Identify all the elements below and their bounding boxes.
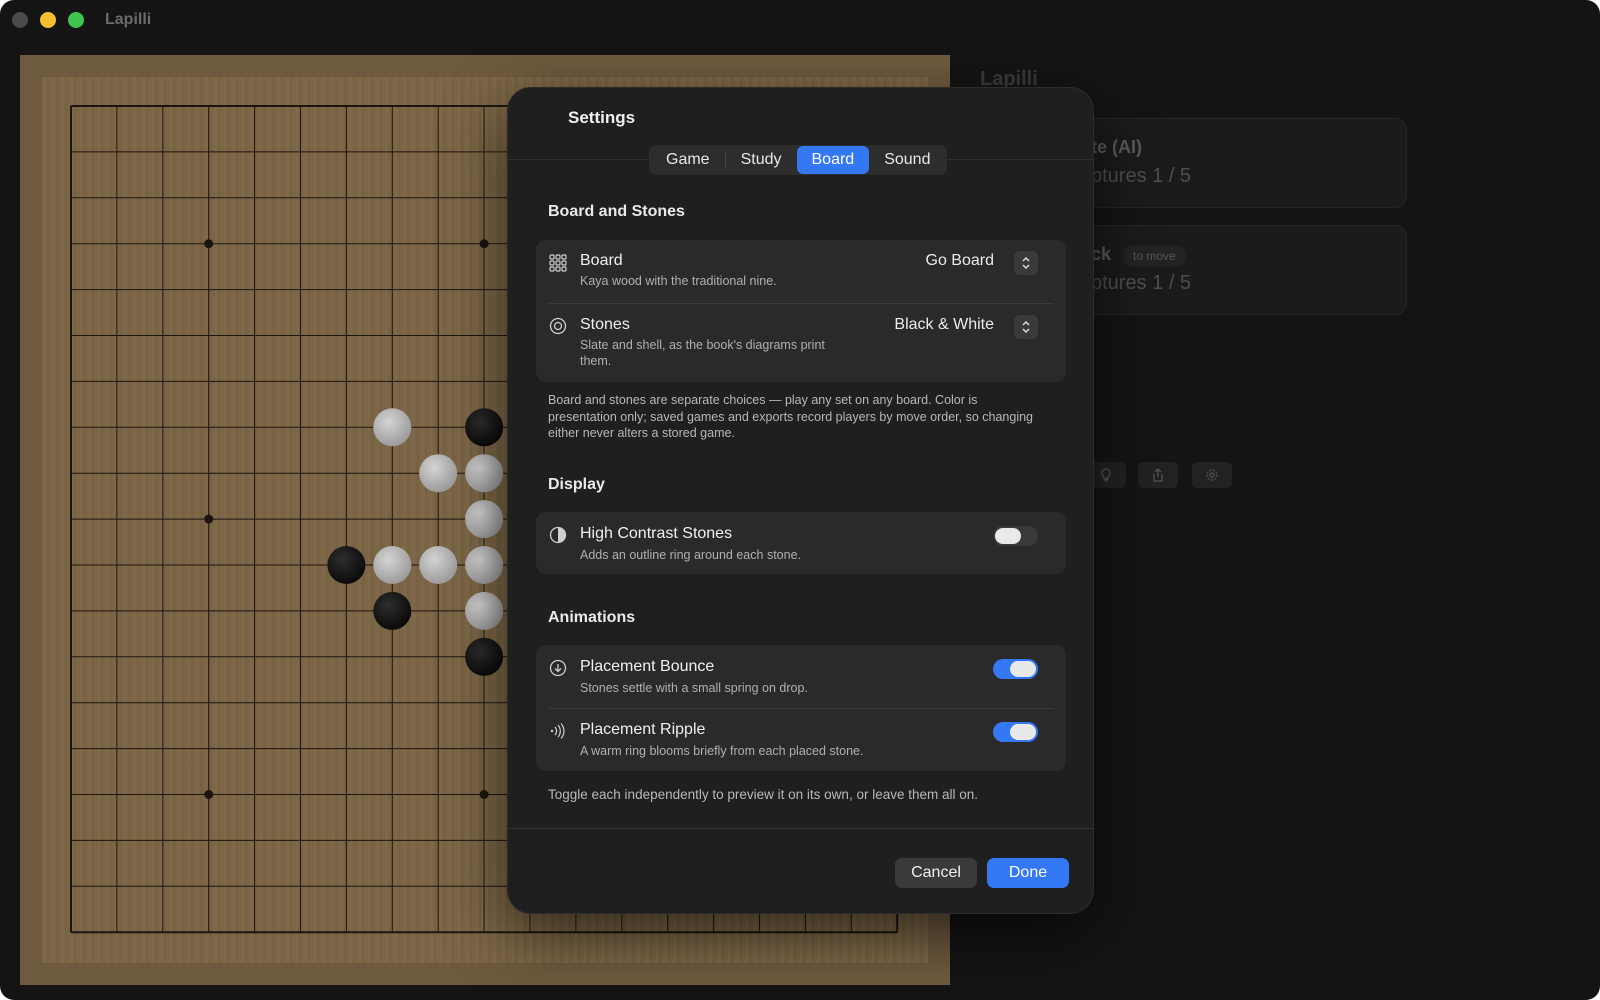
ripple-waves-icon (550, 723, 565, 739)
tab-board[interactable]: Board (796, 146, 870, 174)
close-window-button[interactable] (12, 12, 28, 28)
stones-row-title: Stones (580, 316, 630, 333)
white-stone (465, 546, 504, 584)
placement-bounce-title: Placement Bounce (580, 658, 715, 675)
done-button[interactable]: Done (987, 858, 1069, 888)
star-point (479, 239, 489, 249)
black-stone (465, 637, 504, 676)
player-captures: ptures 1 / 5 (1091, 165, 1192, 187)
high-contrast-subtitle: Adds an outline ring around each stone. (580, 548, 801, 562)
black-stone (327, 546, 366, 584)
white-stone (465, 454, 504, 493)
toggle-knob (1010, 724, 1036, 740)
star-point (204, 514, 214, 524)
settings-sheet: Settings Game Study Board Sound Board an… (507, 87, 1094, 914)
display-group: High Contrast Stones Adds an outline rin… (536, 512, 1066, 574)
stone-circle-icon (549, 317, 567, 335)
stones-row-subtitle: Slate and shell, as the book's diagrams … (580, 338, 825, 368)
placement-ripple-subtitle: A warm ring blooms briefly from each pla… (580, 744, 864, 758)
animations-note: Toggle each independently to preview it … (548, 787, 979, 802)
to-move-badge: to move (1123, 246, 1186, 266)
board-row-title: Board (580, 252, 623, 269)
chevron-up-down-icon (1022, 257, 1030, 269)
placement-bounce-row[interactable]: Placement Bounce Stones settle with a sm… (536, 645, 1066, 708)
board-and-stones-group: Board Kaya wood with the traditional nin… (536, 240, 1066, 382)
section-title-display: Display (548, 476, 605, 493)
placement-ripple-toggle[interactable] (993, 722, 1038, 742)
zoom-window-button[interactable] (68, 12, 84, 28)
app-window: Lapilli Lapilli te (AI) ptures 1 / 5 ck … (0, 0, 1600, 1000)
tab-study[interactable]: Study (726, 146, 797, 174)
settings-button[interactable] (1192, 462, 1232, 488)
high-contrast-toggle[interactable] (993, 526, 1038, 546)
gear-icon (1206, 469, 1218, 481)
white-stone (373, 408, 412, 447)
placement-ripple-title: Placement Ripple (580, 721, 706, 738)
share-button[interactable] (1138, 462, 1178, 488)
board-row-subtitle: Kaya wood with the traditional nine. (580, 274, 777, 288)
section-title-board-and-stones: Board and Stones (548, 203, 685, 220)
share-icon (1153, 468, 1163, 482)
placement-bounce-subtitle: Stones settle with a small spring on dro… (580, 681, 808, 695)
tab-sound[interactable]: Sound (869, 146, 945, 174)
settings-tabs: Game Study Board Sound (649, 145, 948, 175)
toggle-knob (995, 528, 1021, 544)
black-stone (465, 408, 504, 447)
cancel-button[interactable]: Cancel (895, 858, 977, 888)
player-captures: ptures 1 / 5 (1091, 272, 1192, 294)
player-name: ck (1091, 244, 1112, 264)
board-row[interactable]: Board Kaya wood with the traditional nin… (536, 240, 1066, 303)
high-contrast-row[interactable]: High Contrast Stones Adds an outline rin… (536, 512, 1066, 574)
toggle-knob (1010, 661, 1036, 677)
stones-popup-value[interactable]: Black & White (894, 316, 994, 334)
star-point (479, 790, 489, 799)
animations-group: Placement Bounce Stones settle with a sm… (536, 645, 1066, 771)
sheet-title: Settings (568, 108, 636, 127)
section-title-animations: Animations (548, 609, 636, 626)
star-point (204, 790, 214, 799)
white-stone (419, 454, 458, 493)
grid-icon (549, 254, 567, 272)
white-stone (419, 546, 458, 584)
minimize-window-button[interactable] (40, 12, 56, 28)
white-stone (465, 500, 504, 539)
settings-content: Board and Stones Board Kaya wood with th… (508, 160, 1093, 828)
lightbulb-icon (1101, 468, 1111, 482)
arrow-down-circle-icon (549, 659, 567, 677)
window-title: Lapilli (105, 11, 152, 28)
board-popup-stepper[interactable] (1014, 251, 1038, 275)
white-stone (465, 591, 504, 630)
board-and-stones-note: Board and stones are separate choices — … (548, 393, 1033, 440)
high-contrast-title: High Contrast Stones (580, 525, 733, 542)
footer-divider (508, 828, 1093, 829)
placement-bounce-toggle[interactable] (993, 659, 1038, 679)
white-stone (373, 546, 412, 584)
tab-game[interactable]: Game (651, 146, 725, 174)
title-bar: Lapilli (0, 0, 1600, 40)
contrast-icon (549, 526, 567, 544)
chevron-up-down-icon (1022, 321, 1030, 333)
stones-row[interactable]: Stones Slate and shell, as the book's di… (536, 304, 1066, 382)
stones-popup-stepper[interactable] (1014, 315, 1038, 339)
placement-ripple-row[interactable]: Placement Ripple A warm ring blooms brie… (536, 709, 1066, 771)
player-name: te (AI) (1091, 137, 1142, 157)
star-point (204, 239, 214, 249)
black-stone (373, 591, 412, 630)
board-popup-value[interactable]: Go Board (926, 252, 994, 270)
